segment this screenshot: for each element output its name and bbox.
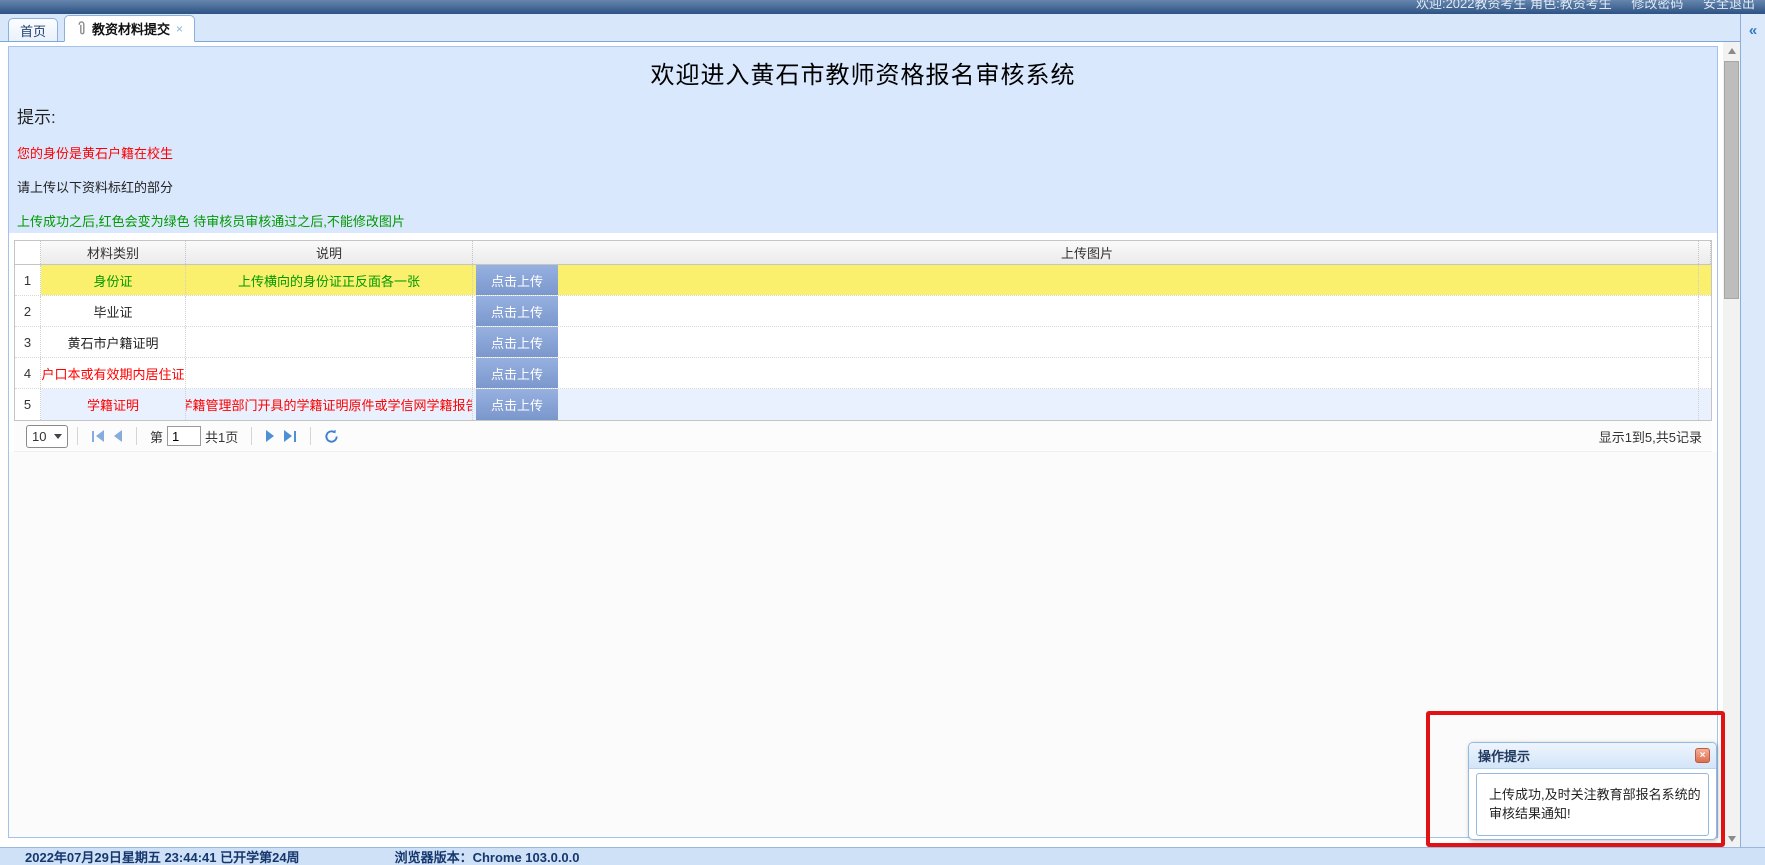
next-page-button[interactable] (261, 430, 279, 442)
upload-image-cell: 点击上传 (473, 327, 1699, 357)
material-description-cell (186, 327, 473, 357)
top-user-bar: 欢迎:2022教资考生 角色:教资考生 修改密码 安全退出 (0, 0, 1765, 14)
material-description-cell: 学籍管理部门开具的学籍证明原件或学信网学籍报告 (186, 389, 473, 420)
empty-area (9, 452, 1717, 838)
dialog-header: 操作提示 × (1469, 743, 1716, 769)
tip-identity: 您的身份是黄石户籍在校生 (17, 143, 1717, 162)
separator (77, 427, 78, 445)
header-description: 说明 (186, 241, 473, 264)
tab-materials-submit[interactable]: 教资材料提交 × (64, 15, 195, 42)
scrollbar-thumb[interactable] (1724, 61, 1739, 299)
material-category-cell: 学籍证明 (41, 389, 186, 420)
dialog-body: 上传成功,及时关注教育部报名系统的审核结果通知! (1469, 769, 1716, 840)
table-row[interactable]: 4户口本或有效期内居住证 点击上传 (15, 358, 1711, 389)
east-collapse-panel: « (1740, 14, 1765, 847)
dialog-message: 上传成功,及时关注教育部报名系统的审核结果通知! (1476, 773, 1709, 836)
page-prefix-label: 第 (150, 427, 163, 446)
tip-status: 上传成功之后,红色会变为绿色 待审核员审核通过之后,不能修改图片 (17, 211, 1717, 230)
tab-materials-label: 教资材料提交 (92, 19, 170, 38)
scroll-down-icon[interactable] (1723, 830, 1740, 847)
material-description-cell: 上传横向的身份证正反面各一张 (186, 265, 473, 295)
logout-link[interactable]: 安全退出 (1703, 0, 1755, 11)
row-tail-cell (1699, 296, 1711, 326)
tip-upload: 请上传以下资料标红的部分 (17, 177, 1717, 196)
dialog-title: 操作提示 (1478, 746, 1695, 765)
chevron-down-icon (54, 434, 62, 439)
refresh-icon[interactable] (324, 429, 339, 444)
welcome-text: 欢迎:2022教资考生 角色:教资考生 (1416, 0, 1612, 11)
separator (310, 427, 311, 445)
separator (136, 427, 137, 445)
row-number-cell: 5 (15, 389, 41, 420)
material-description-cell (186, 358, 473, 388)
upload-button[interactable]: 点击上传 (476, 327, 558, 357)
row-number-cell: 2 (15, 296, 41, 326)
status-datetime: 2022年07月29日星期五 23:44:41 已开学第24周 (25, 847, 300, 865)
total-pages-label: 共1页 (205, 427, 238, 446)
change-password-link[interactable]: 修改密码 (1631, 0, 1683, 11)
upload-button[interactable]: 点击上传 (476, 296, 558, 326)
status-browser: 浏览器版本：Chrome 103.0.0.0 (395, 847, 580, 865)
first-page-button[interactable] (87, 430, 109, 442)
table-row[interactable]: 5学籍证明学籍管理部门开具的学籍证明原件或学信网学籍报告点击上传 (15, 389, 1711, 420)
pagination-bar: 10 第 共1页 显示1到5,共5记录 (14, 421, 1712, 452)
row-tail-cell (1699, 358, 1711, 388)
upload-button[interactable]: 点击上传 (476, 265, 558, 295)
operation-tip-dialog: 操作提示 × 上传成功,及时关注教育部报名系统的审核结果通知! (1468, 742, 1717, 840)
material-category-cell: 身份证 (41, 265, 186, 295)
table-row[interactable]: 2毕业证 点击上传 (15, 296, 1711, 327)
records-summary: 显示1到5,共5记录 (1599, 427, 1712, 446)
vertical-scrollbar[interactable] (1723, 42, 1740, 847)
upload-image-cell: 点击上传 (473, 265, 1699, 295)
header-image: 上传图片 (473, 241, 1699, 264)
main-content: 欢迎进入黄石市教师资格报名审核系统 提示: 您的身份是黄石户籍在校生 请上传以下… (0, 42, 1740, 847)
tab-close-icon[interactable]: × (176, 22, 183, 36)
collapse-left-icon[interactable]: « (1741, 22, 1765, 39)
row-tail-cell (1699, 327, 1711, 357)
upload-image-cell: 点击上传 (473, 296, 1699, 326)
materials-table: 材料类别 说明 上传图片 1身份证上传横向的身份证正反面各一张点击上传2毕业证点… (14, 240, 1712, 421)
row-tail-cell (1699, 265, 1711, 295)
header-tail (1699, 241, 1711, 264)
header-category: 材料类别 (41, 241, 186, 264)
row-tail-cell (1699, 389, 1711, 420)
table-row[interactable]: 1身份证上传横向的身份证正反面各一张点击上传 (15, 265, 1711, 296)
tab-home[interactable]: 首页 (8, 18, 58, 41)
tips-section: 欢迎进入黄石市教师资格报名审核系统 提示: 您的身份是黄石户籍在校生 请上传以下… (9, 47, 1717, 233)
upload-button[interactable]: 点击上传 (476, 358, 558, 388)
page-title: 欢迎进入黄石市教师资格报名审核系统 (9, 47, 1717, 90)
tips-label: 提示: (17, 103, 1717, 128)
prev-page-button[interactable] (109, 430, 127, 442)
row-number-cell: 1 (15, 265, 41, 295)
upload-image-cell: 点击上传 (473, 389, 1699, 420)
page-number-input[interactable] (167, 426, 201, 446)
page-size-select[interactable]: 10 (26, 425, 68, 448)
material-category-cell: 户口本或有效期内居住证 (41, 358, 186, 388)
row-number-cell: 3 (15, 327, 41, 357)
material-category-cell: 毕业证 (41, 296, 186, 326)
materials-table-body: 1身份证上传横向的身份证正反面各一张点击上传2毕业证点击上传3黄石市户籍证明点击… (15, 265, 1711, 420)
row-number-cell: 4 (15, 358, 41, 388)
table-row[interactable]: 3黄石市户籍证明 点击上传 (15, 327, 1711, 358)
table-header-row: 材料类别 说明 上传图片 (15, 241, 1711, 265)
material-category-cell: 黄石市户籍证明 (41, 327, 186, 357)
dialog-close-icon[interactable]: × (1695, 748, 1710, 763)
upload-image-cell: 点击上传 (473, 358, 1699, 388)
upload-button[interactable]: 点击上传 (476, 389, 558, 420)
separator (251, 427, 252, 445)
material-description-cell (186, 296, 473, 326)
tab-strip: 首页 教资材料提交 × (0, 14, 1740, 42)
status-bar: 2022年07月29日星期五 23:44:41 已开学第24周 浏览器版本：Ch… (0, 847, 1765, 865)
last-page-button[interactable] (279, 430, 301, 442)
paperclip-icon (76, 21, 87, 36)
tab-home-label: 首页 (20, 21, 46, 40)
materials-panel: 欢迎进入黄石市教师资格报名审核系统 提示: 您的身份是黄石户籍在校生 请上传以下… (8, 46, 1718, 838)
scroll-up-icon[interactable] (1723, 42, 1740, 59)
header-rownum (15, 241, 41, 264)
